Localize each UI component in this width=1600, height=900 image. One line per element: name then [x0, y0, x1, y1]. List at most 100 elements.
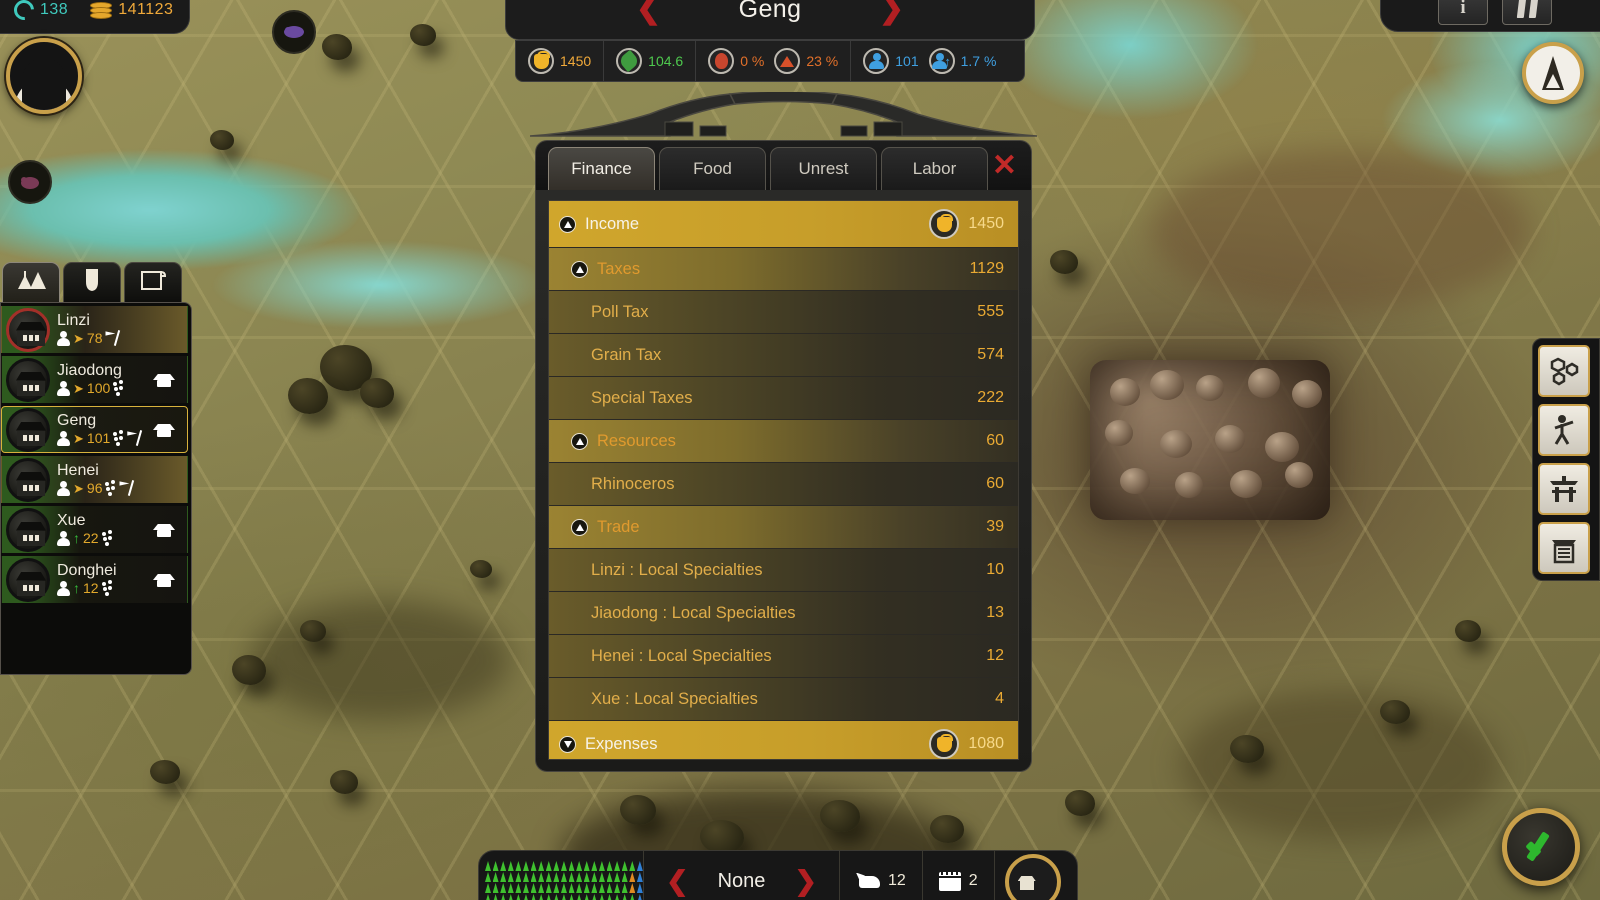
- stat-unrest: 0 %: [708, 48, 764, 74]
- finance-row: Rhinoceros 60: [549, 463, 1018, 506]
- unit-marker-icon: [485, 872, 491, 882]
- city-list-item[interactable]: Geng ➤ 101: [1, 406, 188, 453]
- tree: [330, 770, 358, 794]
- finance-row-label: Resources: [597, 431, 676, 450]
- growth-right-icon: ➤: [73, 380, 84, 396]
- city-stats: ➤ 78: [57, 330, 119, 346]
- next-selection-button[interactable]: ❯: [794, 867, 817, 895]
- stat-treasury-value: 1450: [560, 53, 592, 69]
- tab-unrest[interactable]: Unrest: [770, 147, 877, 190]
- gate-button[interactable]: [1538, 463, 1590, 515]
- population-icon: [57, 530, 70, 546]
- finance-row-label: Trade: [597, 517, 640, 536]
- end-turn-button[interactable]: [1502, 808, 1580, 886]
- finance-row-amount-group: 1080: [929, 729, 1004, 759]
- city-list-item[interactable]: Donghei ↑ 12: [1, 556, 188, 603]
- city-avatar-icon: [6, 507, 50, 552]
- unit-marker-icon: [583, 861, 590, 871]
- city-name: Xue: [57, 511, 86, 529]
- population-icon: [57, 480, 70, 496]
- tree: [322, 34, 352, 60]
- collapse-triangle-icon[interactable]: [571, 518, 588, 536]
- unit-marker-icon: [530, 861, 537, 871]
- finance-row-label: Expenses: [585, 734, 658, 753]
- tab-finance[interactable]: Finance: [548, 147, 655, 190]
- city-avatar-icon: [6, 407, 50, 452]
- unit-marker-icon: [576, 894, 583, 900]
- unit-marker-icon: [576, 861, 583, 871]
- coin-stack-icon: [90, 1, 113, 19]
- right-tool-buttons: [1532, 338, 1600, 581]
- house-icon: [153, 522, 175, 537]
- finance-row-amount: 60: [986, 475, 1004, 492]
- money-bag-icon: [929, 209, 960, 239]
- city-avatar-icon: [6, 307, 50, 352]
- map-city-building: [1248, 368, 1280, 398]
- city-stats: ➤ 101: [57, 430, 141, 447]
- city-list-item[interactable]: Henei ➤ 96: [1, 456, 188, 503]
- city-stats: ↑ 12: [57, 580, 117, 597]
- tree: [360, 378, 394, 408]
- flag-icon: [127, 430, 141, 446]
- shield-icon: [84, 268, 100, 297]
- map-marker-icon[interactable]: [8, 160, 52, 204]
- city-list-item[interactable]: Jiaodong ➤ 100: [1, 356, 188, 403]
- finance-row[interactable]: Trade 39: [549, 506, 1018, 549]
- tab-cities[interactable]: [2, 262, 60, 302]
- next-city-button[interactable]: ❯: [879, 0, 904, 24]
- finance-row[interactable]: Taxes 1129: [549, 248, 1018, 291]
- collapse-triangle-icon[interactable]: [571, 432, 588, 450]
- stat-unrest-growth-value: 23 %: [806, 53, 839, 69]
- hexes-icon: [1550, 357, 1579, 386]
- unit-marker-icon: [606, 883, 613, 893]
- prev-selection-button[interactable]: ❮: [666, 867, 689, 895]
- unit-marker-icon: [621, 872, 628, 882]
- stat-treasury: 1450: [528, 48, 591, 74]
- finance-row[interactable]: Income 1450: [549, 201, 1018, 248]
- collapse-triangle-icon[interactable]: [559, 215, 576, 233]
- finance-row: Grain Tax 574: [549, 334, 1018, 377]
- unit-marker-icon: [522, 894, 529, 900]
- unrest-arrow-icon: [774, 48, 801, 74]
- city-header: ❮ Geng ❯ 1450 104.6 0 % 23 % 101 ↑ 1.7 %: [505, 0, 1035, 82]
- finance-row-label: Special Taxes: [591, 388, 693, 407]
- compass-icon[interactable]: [1522, 42, 1584, 104]
- unit-strength-grid[interactable]: [479, 851, 644, 900]
- collapse-triangle-icon[interactable]: [571, 260, 588, 278]
- pagoda-ornament-icon: [530, 92, 1037, 137]
- tab-labor[interactable]: Labor: [881, 147, 988, 190]
- close-icon[interactable]: ✕: [992, 151, 1017, 181]
- house-icon: [153, 572, 175, 587]
- military-button[interactable]: [1538, 404, 1590, 456]
- info-button[interactable]: i: [1438, 0, 1488, 25]
- finance-row-label: Rhinoceros: [591, 474, 675, 493]
- tree: [1065, 790, 1095, 816]
- tab-units[interactable]: [63, 262, 121, 302]
- recycle-icon: [9, 0, 39, 24]
- prev-city-button[interactable]: ❮: [636, 0, 661, 24]
- finance-row[interactable]: Resources 60: [549, 420, 1018, 463]
- unit-marker-icon: [530, 872, 537, 882]
- city-list-item[interactable]: Linzi ➤ 78: [1, 306, 188, 353]
- unit-marker-icon: [538, 861, 545, 871]
- gate-icon: [1550, 476, 1578, 502]
- buildings-button[interactable]: [1538, 522, 1590, 574]
- tab-food[interactable]: Food: [659, 147, 766, 190]
- tab-scroll[interactable]: [124, 262, 182, 302]
- stat-population-growth: ↑ 1.7 %: [928, 48, 996, 74]
- terrain-patch: [250, 600, 510, 720]
- finance-panel-tabs: Finance Food Unrest Labor ✕: [535, 140, 1032, 190]
- city-name: Geng: [738, 0, 802, 23]
- ruler-portrait-icon[interactable]: [6, 38, 82, 114]
- city-list-item[interactable]: Xue ↑ 22: [1, 506, 188, 553]
- unit-marker-icon: [485, 894, 491, 900]
- recycle-value: 138: [40, 0, 69, 18]
- stat-group-population: 101 ↑ 1.7 %: [851, 41, 1008, 81]
- hex-overlay-button[interactable]: [1538, 345, 1590, 397]
- expand-triangle-icon[interactable]: [559, 735, 576, 753]
- finance-row[interactable]: Expenses 1080: [549, 721, 1018, 759]
- pause-button[interactable]: [1502, 0, 1552, 25]
- unit-marker-icon: [629, 894, 636, 900]
- map-marker-icon[interactable]: [272, 10, 316, 54]
- next-unit-button[interactable]: [1004, 854, 1061, 900]
